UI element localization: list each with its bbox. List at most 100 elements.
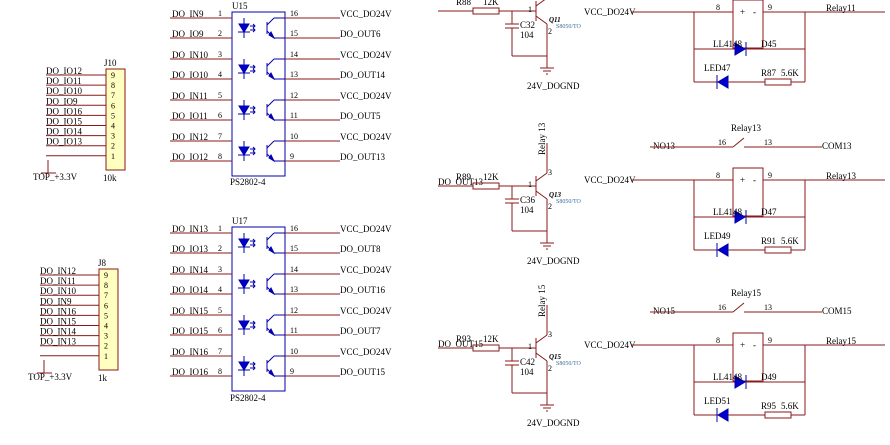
- relay-coil-plus: +: [740, 340, 745, 350]
- connector-pin-number: 7: [111, 91, 115, 100]
- u17-ref: U17: [232, 216, 248, 226]
- relay-diode-part: LL4148: [713, 207, 742, 217]
- connector-net-label: DO_IO16: [46, 106, 82, 116]
- stage-base-pin: 1: [528, 5, 532, 14]
- stage-transistor-emitter: [535, 15, 548, 25]
- opto-output-label: VCC_DO24V: [340, 265, 392, 275]
- connector-pin-number: 1: [111, 152, 115, 161]
- transistor-stage-2: DO_OUT13R89 12KC3610424V_DOGNDQ13S8050/TO…: [438, 122, 582, 266]
- opto-output-label: VCC_DO24V: [340, 224, 392, 234]
- opto-output-pin: 16: [290, 9, 298, 18]
- stage-transistor-part: S8050/TO: [556, 24, 582, 30]
- opto-led-diode-icon: [238, 105, 250, 115]
- opto-output-label: DO_OUT5: [340, 111, 381, 121]
- connector-pins: 9 DO_IO12 8 DO_IO11 7 DO_IO10 6 DO_IO9 5 DO_IO16 4…: [40, 66, 115, 361]
- relay-coil-plus: +: [740, 7, 745, 17]
- transistor-stage-1: R88 12K C32104 24V_DOGND Q11S8050/TO 1 3 2: [438, 0, 582, 91]
- stage-resistor-value: 12K: [483, 334, 499, 344]
- opto-output-pin: 14: [290, 50, 298, 59]
- connector-net-label: DO_IO9: [46, 96, 78, 106]
- relay-coil-plus: +: [740, 175, 745, 185]
- relay-ref: Relay13: [731, 123, 761, 133]
- opto-output-pin: 13: [290, 70, 298, 79]
- stage-cap-value: 104: [520, 367, 534, 377]
- stage-base-pin: 1: [528, 342, 532, 351]
- relay-led-ref: LED47: [704, 63, 731, 73]
- opto-emitter-arrow-icon: [268, 369, 276, 378]
- opto-light-arrows-icon: [250, 64, 256, 74]
- connector-pin-number: 4: [111, 122, 115, 131]
- opto-emitter-arrow-icon: [268, 287, 276, 296]
- relay-diode-ref: D45: [761, 39, 777, 49]
- stage-resistor: [472, 7, 500, 15]
- stage-base-pin: 1: [528, 180, 532, 189]
- connector-net-label: DO_IN10: [40, 286, 76, 296]
- opto-output-pin: 9: [290, 367, 294, 376]
- j8-body: [98, 268, 119, 371]
- relay-stage-2: VCC_DO24V 8 9 + - Relay13 LL4148 D47 LED49 R91 5.6…: [584, 123, 885, 257]
- relay-led-resistor: [764, 246, 792, 254]
- j10-pin-1: 1: [46, 152, 115, 161]
- stage-transistor-collector: [535, 0, 546, 7]
- opto-output-pin: 12: [290, 91, 298, 100]
- stage-transistor-collector: [535, 334, 548, 344]
- j10-pin-2: 2 DO_IO13: [46, 137, 115, 151]
- relay-led-ref: LED51: [704, 396, 731, 406]
- opto-transistor-collector: [266, 314, 275, 323]
- relay-no-pin: 16: [718, 138, 726, 147]
- opto-output-label: VCC_DO24V: [340, 9, 392, 19]
- opto-input-pin: 8: [218, 367, 222, 376]
- relay-led-icon: [717, 75, 729, 89]
- opto-led-diode-icon: [238, 146, 250, 156]
- stage-emitter-pin: 2: [548, 364, 552, 373]
- stage-transistor-part: S8050/TO: [556, 199, 582, 205]
- relay-output-label: Relay13: [826, 171, 856, 181]
- relay-diode-ref: D47: [761, 207, 777, 217]
- j8-pin-1: 1: [40, 352, 108, 361]
- relay-output-label: Relay15: [826, 336, 856, 346]
- stage-emitter-pin: 2: [548, 27, 552, 36]
- connector-pin-number: 3: [104, 332, 108, 341]
- opto-channel-6: DO_IN14 3 14 VCC_DO24VDO_IO14 4 13 DO_OUT16: [170, 265, 392, 296]
- opto-output-label: DO_OUT14: [340, 70, 385, 80]
- opto-input-pin: 7: [218, 132, 222, 141]
- opto-output-label: DO_OUT6: [340, 29, 381, 39]
- opto-light-arrows-icon: [250, 105, 256, 115]
- relay-switch-blade: [732, 302, 745, 313]
- relay-coil-minus: -: [753, 7, 756, 17]
- connector-net-label: DO_IO14: [46, 127, 82, 137]
- opto-emitter-arrow-icon: [268, 154, 276, 163]
- relay-coil-pin-a: 8: [716, 336, 720, 345]
- stage-resistor-ref: R93: [456, 334, 472, 344]
- opto-output-pin: 15: [290, 29, 298, 38]
- relay-diode-ref: D49: [761, 372, 777, 382]
- connector-pin-number: 1: [104, 352, 108, 361]
- opto-input-pin: 6: [218, 111, 222, 120]
- connector-net-label: DO_IO12: [46, 66, 82, 76]
- u15-ref: U15: [232, 1, 248, 11]
- u15-part: PS2802-4: [230, 177, 266, 187]
- opto-input-pin: 8: [218, 152, 222, 161]
- connector-net-label: DO_IO15: [46, 117, 82, 127]
- stage-ground-label: 24V_DOGND: [527, 81, 580, 91]
- opto-transistor-collector: [266, 140, 275, 149]
- connector-pin-number: 2: [111, 142, 115, 151]
- connector-pin-number: 2: [104, 342, 108, 351]
- relay-vcc-label: VCC_DO24V: [584, 340, 636, 350]
- stage-collector-pin: 3: [548, 168, 552, 177]
- stage-transistor-emitter: [535, 352, 548, 362]
- j10-body: [105, 68, 126, 171]
- opto-input-pin: 3: [218, 50, 222, 59]
- j8-ref: J8: [98, 258, 107, 268]
- connector-pin-number: 8: [111, 81, 115, 90]
- relay-resistor-ref: R91: [761, 236, 776, 246]
- stage-transistor-collector: [535, 172, 548, 182]
- relay-led-resistor: [764, 78, 792, 86]
- opto-input-pin: 3: [218, 265, 222, 274]
- opto-output-label: VCC_DO24V: [340, 91, 392, 101]
- opto-transistor-collector: [266, 58, 275, 67]
- relay-com-pin: 13: [764, 303, 772, 312]
- opto-led-diode-icon: [238, 279, 250, 289]
- connector-net-label: DO_IN14: [40, 327, 76, 337]
- opto-output-pin: 10: [290, 132, 298, 141]
